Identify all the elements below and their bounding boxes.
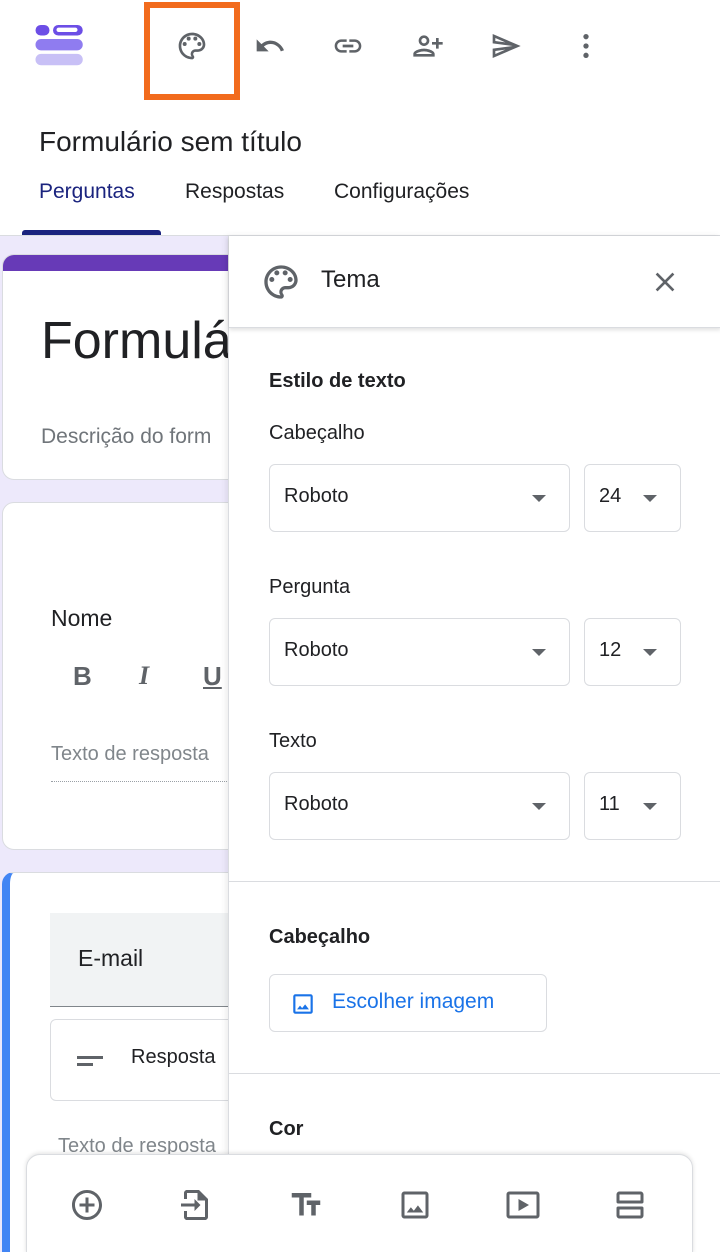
answer-placeholder: Texto de resposta [51, 743, 209, 765]
header-font-value: Roboto [284, 485, 349, 507]
theme-panel-header: Tema [229, 236, 720, 328]
forms-logo-icon[interactable] [30, 16, 90, 76]
undo-icon[interactable] [240, 16, 300, 76]
chevron-down-icon [532, 803, 546, 810]
question-title[interactable]: Nome [51, 605, 112, 632]
add-collaborator-icon[interactable] [398, 16, 458, 76]
palette-highlight [144, 2, 240, 100]
palette-icon [264, 265, 298, 299]
add-question-icon[interactable] [65, 1183, 109, 1227]
theme-panel: Tema Estilo de texto Cabeçalho Roboto 24… [228, 236, 720, 1252]
chevron-down-icon [532, 495, 546, 502]
question-size-select[interactable]: 12 [584, 618, 681, 686]
question-font-select[interactable]: Roboto [269, 618, 570, 686]
header-font-label: Cabeçalho [269, 422, 365, 444]
chevron-down-icon [643, 649, 657, 656]
top-toolbar [0, 0, 720, 100]
text-size-select[interactable]: 11 [584, 772, 681, 840]
chevron-down-icon [532, 649, 546, 656]
import-questions-icon[interactable] [174, 1183, 218, 1227]
text-style-title: Estilo de texto [269, 370, 406, 392]
header-section-title: Cabeçalho [269, 926, 371, 948]
text-font-select[interactable]: Roboto [269, 772, 570, 840]
panel-title: Tema [321, 266, 380, 293]
section-divider [229, 1073, 720, 1074]
bold-button[interactable]: B [73, 661, 92, 692]
form-heading[interactable]: Formulá [41, 311, 232, 371]
add-video-icon[interactable] [501, 1183, 545, 1227]
bottom-toolbar [26, 1154, 693, 1252]
text-font-value: Roboto [284, 793, 349, 815]
form-description[interactable]: Descrição do form [41, 425, 211, 449]
tab-respostas[interactable]: Respostas [185, 180, 284, 204]
italic-button[interactable]: I [139, 661, 149, 691]
close-icon[interactable] [645, 262, 685, 302]
text-size-value: 11 [599, 793, 620, 815]
header-size-select[interactable]: 24 [584, 464, 681, 532]
chevron-down-icon [643, 803, 657, 810]
question-font-value: Roboto [284, 639, 349, 661]
answer-underline [51, 781, 251, 782]
form-title[interactable]: Formulário sem título [39, 126, 302, 158]
add-section-icon[interactable] [608, 1183, 652, 1227]
more-vert-icon[interactable] [556, 16, 616, 76]
question-type-label: Resposta [131, 1046, 216, 1068]
choose-image-label: Escolher imagem [332, 990, 495, 1013]
tab-bar: Perguntas Respostas Configurações [0, 172, 720, 236]
text-font-label: Texto [269, 730, 317, 752]
underline-button[interactable]: U [203, 661, 222, 692]
image-icon [293, 994, 313, 1014]
link-icon[interactable] [318, 16, 378, 76]
chevron-down-icon [643, 495, 657, 502]
header-font-select[interactable]: Roboto [269, 464, 570, 532]
section-divider [229, 881, 720, 882]
tab-configuracoes[interactable]: Configurações [334, 180, 469, 204]
header-size-value: 24 [599, 485, 622, 507]
color-section-title: Cor [269, 1118, 304, 1140]
add-title-icon[interactable] [284, 1183, 328, 1227]
question-title[interactable]: E-mail [78, 945, 143, 972]
choose-image-button[interactable]: Escolher imagem [269, 974, 547, 1032]
question-size-value: 12 [599, 639, 622, 661]
short-answer-icon [77, 1056, 103, 1066]
question-font-label: Pergunta [269, 576, 351, 598]
add-image-icon[interactable] [393, 1183, 437, 1227]
send-icon[interactable] [476, 16, 536, 76]
tab-perguntas[interactable]: Perguntas [39, 180, 135, 204]
